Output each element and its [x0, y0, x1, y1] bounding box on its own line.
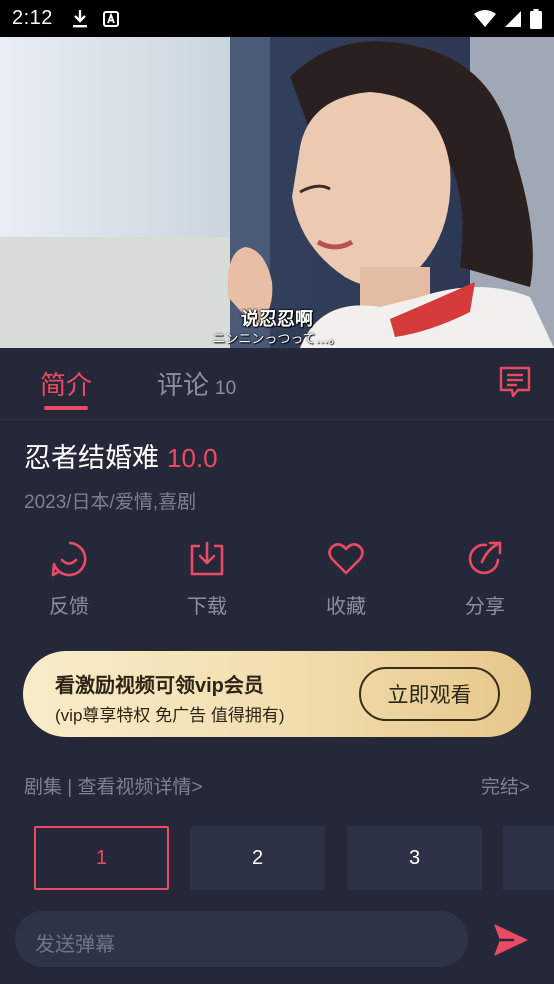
favorite-button[interactable]: 收藏	[296, 540, 396, 619]
tab-comments-label: 评论	[157, 370, 210, 400]
wifi-icon	[474, 9, 496, 27]
signal-icon	[505, 10, 521, 27]
danmaku-placeholder: 发送弹幕	[35, 934, 115, 956]
episodes-status[interactable]: 完结>	[481, 772, 530, 799]
tab-bar: 简介 评论 10	[0, 348, 554, 420]
episodes-header: 剧集 | 查看视频详情> 完结>	[24, 772, 530, 799]
download-icon	[72, 9, 87, 27]
download-button[interactable]: 下载	[157, 540, 257, 619]
danmaku-input[interactable]: 发送弹幕	[15, 911, 468, 967]
action-row: 反馈 下载 收藏 分享	[0, 540, 554, 620]
video-meta: 2023/日本/爱情,喜剧	[24, 492, 197, 513]
download-icon	[190, 541, 224, 576]
status-time: 2:12	[12, 7, 53, 29]
heart-icon	[328, 543, 364, 575]
favorite-label: 收藏	[326, 596, 366, 618]
feedback-button[interactable]: 反馈	[19, 540, 119, 619]
episode-item-2[interactable]: 2	[190, 826, 325, 890]
tab-comments[interactable]: 评论 10	[157, 365, 236, 402]
smile-icon	[51, 541, 87, 577]
danmaku-toggle-icon[interactable]	[498, 365, 532, 399]
share-icon	[468, 541, 502, 575]
vip-banner[interactable]: 看激励视频可领vip会员 (vip尊享特权 免广告 值得拥有) 立即观看	[23, 651, 531, 737]
episode-item-3[interactable]: 3	[347, 826, 482, 890]
tab-active-indicator	[44, 406, 88, 410]
video-score: 10.0	[167, 443, 218, 473]
episode-item-1[interactable]: 1	[34, 826, 169, 890]
video-player[interactable]: 说忍忍啊 ニンニンっつって…。	[0, 37, 554, 348]
share-button[interactable]: 分享	[435, 540, 535, 619]
status-bar: 2:12	[0, 0, 554, 37]
share-label: 分享	[465, 596, 505, 618]
video-title: 忍者结婚难	[24, 443, 159, 473]
vip-title: 看激励视频可领vip会员	[55, 675, 264, 697]
episode-item-partial[interactable]	[503, 826, 554, 890]
a-icon	[102, 10, 119, 27]
feedback-label: 反馈	[49, 596, 89, 618]
video-title-row: 忍者结婚难 10.0	[24, 436, 218, 475]
battery-icon	[530, 8, 542, 29]
tab-intro[interactable]: 简介	[40, 365, 92, 402]
subtitle-secondary: ニンニンっつって…。	[212, 331, 342, 346]
comment-count: 10	[215, 378, 237, 399]
vip-subtitle: (vip尊享特权 免广告 值得拥有)	[55, 706, 285, 725]
episodes-detail-link[interactable]: 剧集 | 查看视频详情>	[24, 777, 203, 798]
video-frame	[0, 37, 554, 348]
download-label: 下载	[187, 596, 227, 618]
send-icon[interactable]	[492, 922, 530, 958]
watch-now-button[interactable]: 立即观看	[359, 667, 500, 721]
